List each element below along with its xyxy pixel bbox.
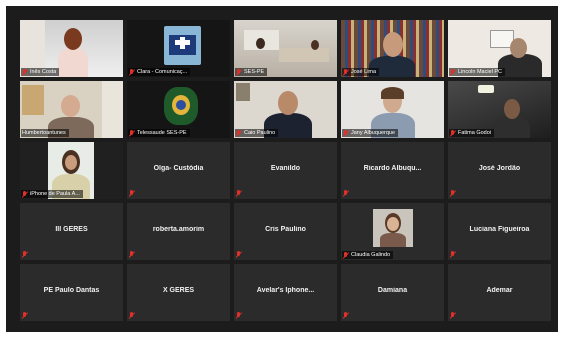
participant-tile[interactable]: PE Paulo Dantas [20, 264, 123, 321]
participant-label: Jany Albuquerque [342, 129, 399, 137]
mic-muted-icon [450, 312, 456, 319]
participant-name: Olga- Custódia [153, 165, 204, 172]
participant-label: Fatima Godoi [449, 129, 495, 137]
participant-tile[interactable]: Cris Paulino [234, 203, 337, 260]
participant-name: Evanildo [270, 165, 301, 172]
mic-muted-icon [129, 312, 135, 319]
mic-muted-icon [343, 190, 349, 197]
participant-label: José Lima [342, 68, 380, 76]
mic-muted-icon [450, 68, 456, 76]
mic-muted-icon [22, 251, 28, 258]
mic-muted-icon [236, 251, 242, 258]
mic-muted-icon [236, 190, 242, 197]
participant-name: Ricardo Albuqu... [363, 165, 422, 172]
participant-name: Damiana [377, 287, 408, 294]
participant-tile[interactable]: Lincoln Maciel PC [448, 20, 551, 77]
profile-photo [373, 209, 413, 247]
participant-tile[interactable]: roberta.amorim [127, 203, 230, 260]
participant-tile[interactable]: José Jordão [448, 142, 551, 199]
participant-label: Caio Paulino [235, 129, 279, 137]
participant-tile-active-speaker[interactable]: Caio Paulino [234, 81, 337, 138]
mic-muted-icon [22, 68, 28, 76]
participant-label: Humbertoantunes [21, 129, 69, 137]
participant-label: iPhone de Paula A... [21, 190, 83, 198]
participant-tile[interactable]: SES-PE [234, 20, 337, 77]
participant-tile[interactable]: Damiana [341, 264, 444, 321]
mic-muted-icon [343, 129, 349, 137]
participant-label: Claudia Galindo [342, 251, 394, 259]
mic-muted-icon [22, 312, 28, 319]
mic-muted-icon [343, 251, 349, 259]
participant-label: Telessaude SES-PE [128, 129, 190, 137]
participant-name: Avelar's Iphone... [256, 287, 315, 294]
mic-muted-icon [236, 312, 242, 319]
participant-tile[interactable]: Ricardo Albuqu... [341, 142, 444, 199]
mic-muted-icon [236, 68, 242, 76]
participant-name: PE Paulo Dantas [43, 287, 100, 294]
mic-muted-icon [450, 190, 456, 197]
mic-muted-icon [343, 68, 349, 76]
meeting-stage: Inês Costa Clara - Comunicaç... SES-PE J… [6, 6, 558, 332]
participant-tile[interactable]: Inês Costa [20, 20, 123, 77]
participant-name: roberta.amorim [152, 226, 205, 233]
participant-tile[interactable]: Telessaude SES-PE [127, 81, 230, 138]
participant-tile[interactable]: Luciana Figueiroa [448, 203, 551, 260]
coat-of-arms-logo [164, 87, 198, 125]
participant-name: José Jordão [478, 165, 521, 172]
participant-tile[interactable]: iPhone de Paula A... [20, 142, 123, 199]
participant-name: Luciana Figueiroa [469, 226, 530, 233]
participant-tile[interactable]: Evanildo [234, 142, 337, 199]
participant-name: X GERES [162, 287, 195, 294]
participant-label: Inês Costa [21, 68, 60, 76]
mic-muted-icon [129, 129, 135, 137]
participant-tile[interactable]: Humbertoantunes [20, 81, 123, 138]
participant-tile[interactable]: Jany Albuquerque [341, 81, 444, 138]
mic-muted-icon [450, 251, 456, 258]
mic-muted-icon [450, 129, 456, 137]
participant-tile[interactable]: Clara - Comunicaç... [127, 20, 230, 77]
telemedicina-logo [164, 26, 201, 65]
participant-tile[interactable]: III GERES [20, 203, 123, 260]
mic-muted-icon [129, 68, 135, 76]
mic-muted-icon [236, 129, 242, 137]
gallery-grid: Inês Costa Clara - Comunicaç... SES-PE J… [20, 20, 556, 330]
mic-muted-icon [22, 190, 28, 198]
participant-name: Ademar [486, 287, 513, 294]
participant-tile[interactable]: Avelar's Iphone... [234, 264, 337, 321]
participant-tile[interactable]: Claudia Galindo [341, 203, 444, 260]
participant-tile[interactable]: Olga- Custódia [127, 142, 230, 199]
participant-tile[interactable]: Ademar [448, 264, 551, 321]
participant-tile[interactable]: Fatima Godoi [448, 81, 551, 138]
participant-name: III GERES [55, 226, 88, 233]
participant-tile[interactable]: José Lima [341, 20, 444, 77]
participant-label: Lincoln Maciel PC [449, 68, 506, 76]
participant-label: Clara - Comunicaç... [128, 68, 191, 76]
mic-muted-icon [343, 312, 349, 319]
participant-name: Cris Paulino [265, 226, 306, 233]
participant-label: SES-PE [235, 68, 268, 76]
mic-muted-icon [129, 190, 135, 197]
mic-muted-icon [129, 251, 135, 258]
participant-tile[interactable]: X GERES [127, 264, 230, 321]
